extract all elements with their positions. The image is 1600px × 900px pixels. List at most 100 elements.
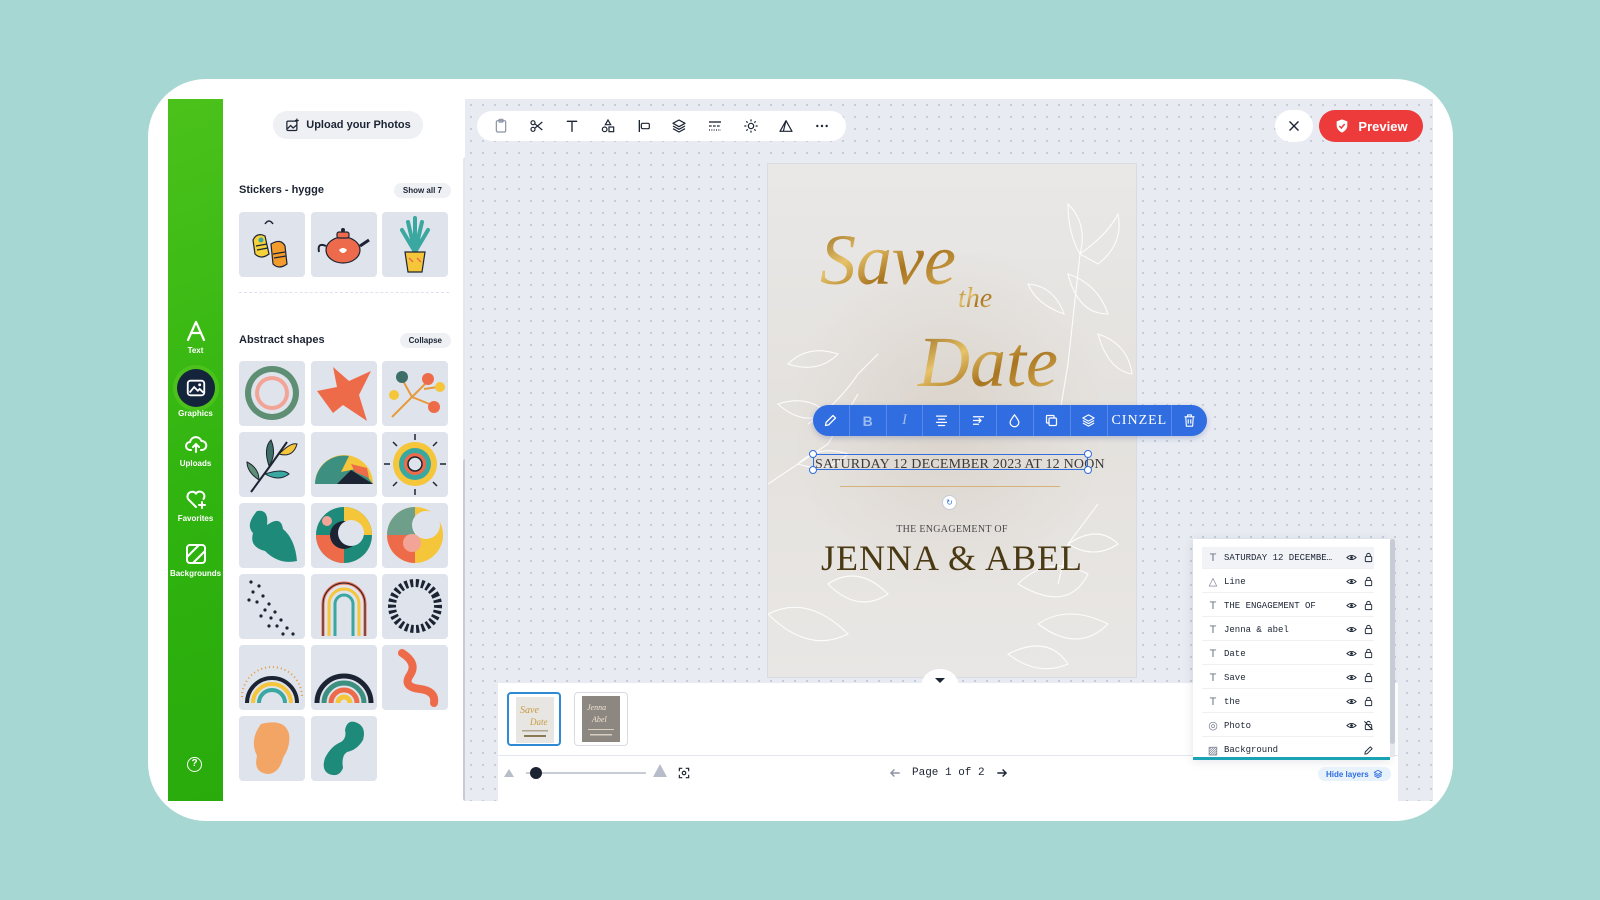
shape-leaves[interactable] [239, 432, 305, 497]
lock-icon[interactable] [1363, 648, 1374, 659]
shape-rainbow-bold[interactable] [311, 645, 377, 710]
layer-row[interactable]: △ Line [1202, 571, 1374, 593]
page-thumbnail-1[interactable]: Save Date [507, 692, 561, 746]
color-button[interactable] [997, 405, 1034, 436]
arrow-left-icon[interactable] [888, 766, 902, 780]
zoom-slider-track[interactable] [526, 772, 646, 774]
engagement-of-text[interactable]: THE ENGAGEMENT OF [808, 524, 1096, 535]
sticker-plant[interactable] [382, 212, 448, 277]
shape-teal-squiggle[interactable] [311, 716, 377, 781]
text-direction-button[interactable] [960, 405, 998, 436]
line-style-icon[interactable] [706, 117, 724, 135]
close-button[interactable] [1275, 110, 1313, 142]
sidebar-item-backgrounds[interactable]: Backgrounds [168, 542, 223, 578]
shape-wave-stroke[interactable] [382, 645, 448, 710]
eye-icon[interactable] [1346, 720, 1357, 731]
eye-icon[interactable] [1346, 648, 1357, 659]
more-icon[interactable] [813, 117, 831, 135]
lock-icon[interactable] [1363, 576, 1374, 587]
shape-hill-sun[interactable] [311, 432, 377, 497]
photo-layer-icon: ◎ [1208, 720, 1218, 732]
layer-row[interactable]: T Jenna & abel [1202, 619, 1374, 641]
layer-row[interactable]: T SATURDAY 12 DECEMBE… [1202, 547, 1374, 569]
shape-rainbow-dots[interactable] [239, 645, 305, 710]
edit-pencil-button[interactable] [813, 405, 850, 436]
eye-icon[interactable] [1346, 624, 1357, 635]
italic-button[interactable]: I [887, 405, 924, 436]
resize-handle-tr[interactable] [1084, 450, 1092, 458]
layers-icon[interactable] [670, 117, 688, 135]
layer-order-button[interactable] [1071, 405, 1108, 436]
lock-icon[interactable] [1363, 624, 1374, 635]
layer-row[interactable]: T the [1202, 691, 1374, 713]
preview-button[interactable]: Preview [1319, 110, 1423, 142]
shape-star-blob[interactable] [311, 361, 377, 426]
duplicate-icon [1046, 414, 1058, 427]
gold-divider-line[interactable] [840, 486, 1060, 487]
layer-row[interactable]: T Date [1202, 643, 1374, 665]
eye-icon[interactable] [1346, 672, 1357, 683]
layers-scrollbar-thumb[interactable] [1390, 539, 1395, 744]
eye-icon[interactable] [1346, 696, 1357, 707]
resize-handle-bl[interactable] [809, 466, 817, 474]
resize-handle-tl[interactable] [809, 450, 817, 458]
align-left-icon[interactable] [635, 117, 653, 135]
shape-circle-pattern[interactable] [382, 503, 448, 568]
clipboard-icon[interactable] [492, 117, 510, 135]
edit-icon[interactable] [1363, 745, 1374, 756]
eye-icon[interactable] [1346, 600, 1357, 611]
duplicate-button[interactable] [1034, 405, 1071, 436]
sidebar-item-graphics[interactable]: Graphics [168, 369, 223, 418]
upload-photos-button[interactable]: Upload your Photos [273, 111, 423, 139]
layer-row[interactable]: T THE ENGAGEMENT OF [1202, 595, 1374, 617]
delete-button[interactable] [1172, 405, 1207, 436]
shape-ring-dashes[interactable] [382, 574, 448, 639]
scissors-icon[interactable] [528, 117, 546, 135]
background-layer-icon: ▨ [1207, 744, 1219, 757]
sticker-teapot[interactable] [311, 212, 377, 277]
page-thumbnail-2[interactable]: Jenna Abel [574, 692, 628, 746]
shape-rings[interactable] [239, 361, 305, 426]
brightness-icon[interactable] [742, 117, 760, 135]
font-selector[interactable]: CINZEL [1108, 405, 1173, 436]
show-all-button[interactable]: Show all 7 [393, 183, 451, 198]
unlock-icon[interactable] [1363, 720, 1374, 731]
zoom-out-icon[interactable] [503, 767, 515, 779]
layer-row[interactable]: ◎ Photo [1202, 715, 1374, 737]
lock-icon[interactable] [1363, 672, 1374, 683]
sticker-mittens[interactable] [239, 212, 305, 277]
resize-handle-br[interactable] [1084, 466, 1092, 474]
shape-teal-blob[interactable] [239, 503, 305, 568]
collapse-button[interactable]: Collapse [399, 333, 451, 348]
fit-screen-icon[interactable] [677, 766, 691, 780]
text-tool-icon[interactable] [563, 117, 581, 135]
sidebar-item-uploads[interactable]: Uploads [168, 432, 223, 468]
shape-sunburst[interactable] [382, 432, 448, 497]
svg-text:Save: Save [520, 705, 539, 716]
shape-moon-pattern[interactable] [311, 503, 377, 568]
arrow-right-icon[interactable] [995, 766, 1009, 780]
shape-dots-scatter[interactable] [239, 574, 305, 639]
sidebar-item-favorites[interactable]: Favorites [168, 487, 223, 523]
sidebar-item-text[interactable]: Text [168, 319, 223, 355]
layer-row[interactable]: T Save [1202, 667, 1374, 689]
zoom-slider-handle[interactable] [530, 767, 542, 779]
rotate-handle-icon[interactable]: ↻ [943, 496, 956, 509]
triangle-icon[interactable] [777, 117, 795, 135]
hide-layers-button[interactable]: Hide layers [1318, 767, 1391, 781]
shape-rainbow-arch[interactable] [311, 574, 377, 639]
bold-button[interactable]: B [850, 405, 887, 436]
lock-icon[interactable] [1363, 600, 1374, 611]
couple-names-text[interactable]: JENNA & ABEL [788, 537, 1116, 579]
align-center-button[interactable] [923, 405, 961, 436]
layer-name: Jenna & abel [1224, 624, 1289, 635]
zoom-in-icon[interactable] [652, 763, 668, 779]
lock-icon[interactable] [1363, 696, 1374, 707]
eye-icon[interactable] [1346, 576, 1357, 587]
shapes-icon[interactable] [599, 117, 617, 135]
shape-orange-blob[interactable] [239, 716, 305, 781]
help-icon[interactable]: ? [187, 757, 202, 772]
eye-icon[interactable] [1346, 552, 1357, 563]
shape-branch-dots[interactable] [382, 361, 448, 426]
lock-icon[interactable] [1363, 552, 1374, 563]
